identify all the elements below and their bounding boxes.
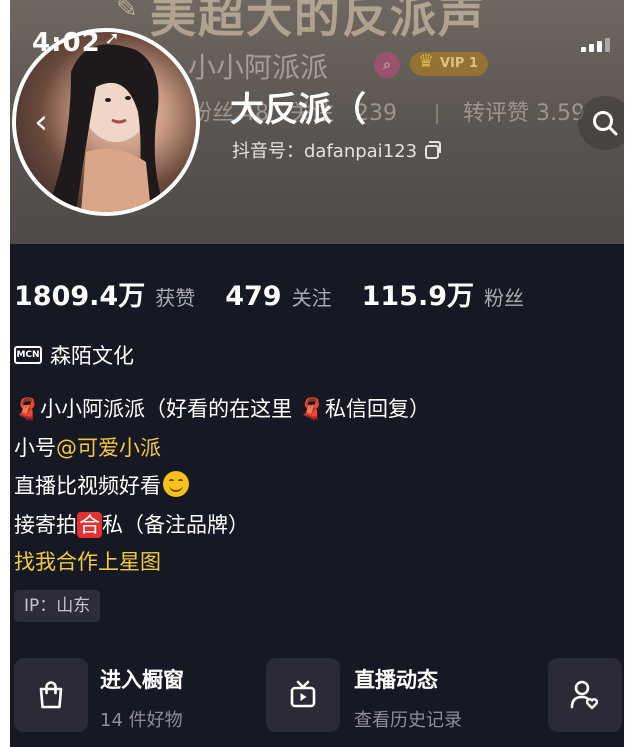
bio-line-1-b: 私信回复） [325, 397, 430, 421]
bio: 🧣小小阿派派（好看的在这里 🧣私信回复） 小号@可爱小派 直播比视频好看 接寄拍… [14, 390, 430, 544]
stat-likes-label: 获赞 [155, 286, 196, 310]
ghost-divider [436, 104, 439, 124]
stat-fans-value: 115.9万 [361, 281, 474, 312]
stat-likes[interactable]: 1809.4万 获赞 [14, 274, 195, 313]
bio-line-2: 小号@可爱小派 [14, 429, 430, 468]
mcn-name: 森陌文化 [50, 344, 134, 368]
user-heart-icon [570, 680, 599, 710]
ghost-repost: 转评赞 3.59 [463, 101, 585, 126]
copy-icon[interactable] [425, 141, 442, 159]
bio-line-1-a: 小小阿派派（好看的在这里 [40, 397, 293, 421]
bio-line-2-prefix: 小号 [14, 435, 56, 460]
shopping-bag-icon [39, 681, 63, 709]
left-frame-edge [0, 0, 10, 747]
signal-icon [581, 36, 610, 52]
shop-window-title[interactable]: 进入橱窗 [100, 664, 184, 694]
back-button[interactable]: ‹ [18, 92, 64, 152]
scarf-emoji-icon: 🧣 [298, 397, 325, 421]
mention-link[interactable]: @可爱小派 [56, 436, 161, 460]
ip-location-tag: IP：山东 [14, 590, 101, 622]
shop-window-subtitle: 14 件好物 [100, 710, 183, 731]
he-emoji-icon: 合 [77, 511, 102, 538]
bio-line-4-b: 私（备注品牌） [102, 512, 249, 537]
bio-line-3: 直播比视频好看 [14, 467, 430, 506]
page-title: 大反派（ [230, 90, 366, 130]
right-frame-edge [624, 0, 628, 747]
live-history-button[interactable] [266, 658, 340, 732]
add-friend-button[interactable] [548, 658, 622, 732]
bio-line-1: 🧣小小阿派派（好看的在这里 🧣私信回复） [14, 390, 430, 429]
smile-emoji-icon [163, 471, 189, 497]
search-icon [593, 111, 618, 136]
stats-row: 1809.4万 获赞 479 关注 115.9万 粉丝 [14, 274, 554, 313]
mcn-row[interactable]: MCN 森陌文化 [14, 340, 134, 370]
bio-line-4-a: 接寄拍 [14, 512, 77, 537]
douyin-id-text: 抖音号：dafanpai123 [232, 141, 418, 162]
bio-line-3-text: 直播比视频好看 [14, 474, 161, 498]
status-time-text: 4:02 [32, 28, 101, 58]
status-bar: 4:02 ➚ [0, 0, 628, 60]
chevron-left-icon: ‹ [34, 102, 48, 142]
scarf-emoji-icon: 🧣 [14, 397, 41, 421]
stat-following-label: 关注 [291, 286, 332, 310]
tv-icon [290, 680, 316, 708]
bio-line-4: 接寄拍合私（备注品牌） [14, 506, 430, 545]
live-history-title[interactable]: 直播动态 [354, 664, 438, 694]
stat-fans[interactable]: 115.9万 粉丝 [362, 274, 524, 313]
stat-following-value: 479 [225, 281, 282, 312]
stat-likes-value: 1809.4万 [14, 281, 146, 312]
douyin-id[interactable]: 抖音号：dafanpai123 [232, 137, 442, 163]
mcn-badge-icon: MCN [14, 346, 42, 364]
live-history-subtitle: 查看历史记录 [354, 710, 462, 731]
stat-following[interactable]: 479 关注 [225, 281, 331, 312]
search-button[interactable] [578, 96, 628, 150]
shop-window-button[interactable] [14, 658, 88, 732]
stat-fans-label: 粉丝 [483, 286, 524, 310]
location-arrow-icon: ➚ [104, 28, 121, 49]
status-time: 4:02 ➚ [32, 28, 121, 58]
star-map-link[interactable]: 找我合作上星图 [14, 546, 161, 576]
